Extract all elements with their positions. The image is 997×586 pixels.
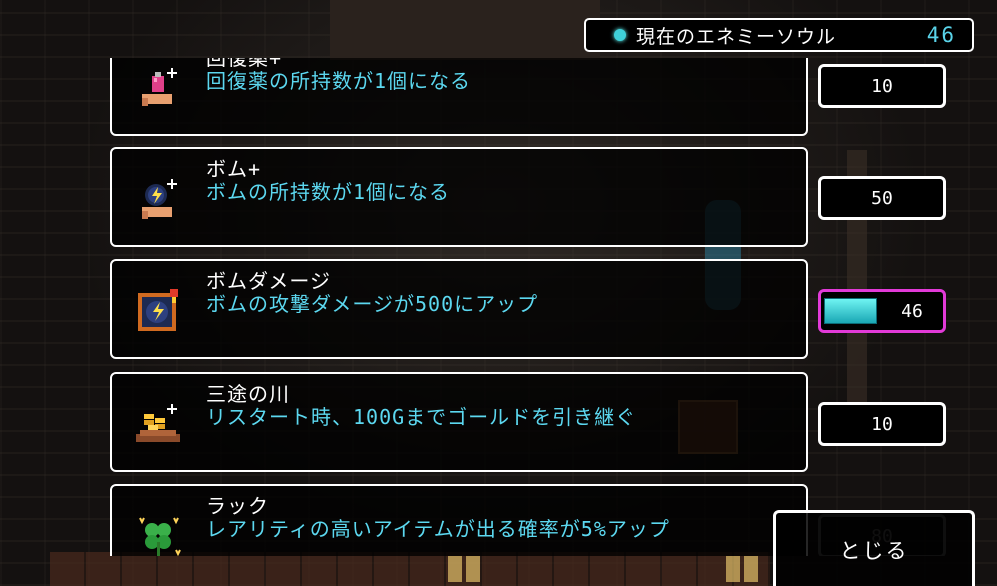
clover-icon (139, 517, 181, 556)
upgrade-card-bomb[interactable]: ボム+ ボムの所持数が1個になる (110, 147, 808, 247)
upgrade-cost-button-selected[interactable]: 46 (818, 289, 946, 333)
candle-icon (744, 556, 758, 582)
candle-icon (726, 556, 740, 582)
bomb-hand-icon (142, 179, 177, 219)
purchase-progress-bar (824, 298, 877, 324)
upgrade-card-luck[interactable]: ラック レアリティの高いアイテムが出る確率が5%アップ (110, 484, 808, 556)
bomb-damage-icon (138, 289, 178, 331)
soul-counter-label: 現在のエネミーソウル (636, 25, 837, 48)
upgrade-card-bomb-damage[interactable]: ボムダメージ ボムの攻撃ダメージが500にアップ (110, 259, 808, 359)
upgrade-list-viewport[interactable]: 回復薬+ 回復薬の所持数が1個になる 10 ボム+ ボムの所持数が1個になる 5… (0, 58, 997, 556)
cost-value: 10 (871, 413, 893, 435)
upgrade-description: ボムの攻撃ダメージが500にアップ (206, 292, 539, 316)
cost-value: 46 (901, 300, 923, 322)
soul-gem-icon (614, 29, 626, 41)
upgrade-card-sanzu-river[interactable]: 三途の川 リスタート時、100Gまでゴールドを引き継ぐ (110, 372, 808, 472)
upgrade-description: 回復薬の所持数が1個になる (206, 69, 472, 93)
cost-value: 50 (871, 187, 893, 209)
upgrade-card-potion[interactable]: 回復薬+ 回復薬の所持数が1個になる (110, 58, 808, 136)
cost-value: 10 (871, 75, 893, 97)
upgrade-cost-button[interactable]: 50 (818, 176, 946, 220)
candle-icon (466, 556, 480, 582)
upgrade-description: リスタート時、100Gまでゴールドを引き継ぐ (206, 405, 637, 429)
upgrade-list: 回復薬+ 回復薬の所持数が1個になる 10 ボム+ ボムの所持数が1個になる 5… (0, 58, 997, 556)
close-button[interactable]: とじる (773, 510, 975, 586)
gold-boat-icon (136, 404, 180, 442)
enemy-soul-counter: 現在のエネミーソウル 46 (584, 18, 974, 52)
upgrade-cost-button[interactable]: 10 (818, 64, 946, 108)
background-brick-floor (50, 552, 770, 586)
close-button-label: とじる (839, 538, 909, 563)
soul-counter-value: 46 (926, 23, 956, 47)
background-wall (330, 0, 600, 60)
candle-icon (448, 556, 462, 582)
potion-hand-icon (142, 68, 177, 106)
upgrade-cost-button[interactable]: 10 (818, 402, 946, 446)
upgrade-description: レアリティの高いアイテムが出る確率が5%アップ (206, 517, 670, 541)
upgrade-description: ボムの所持数が1個になる (206, 180, 451, 204)
